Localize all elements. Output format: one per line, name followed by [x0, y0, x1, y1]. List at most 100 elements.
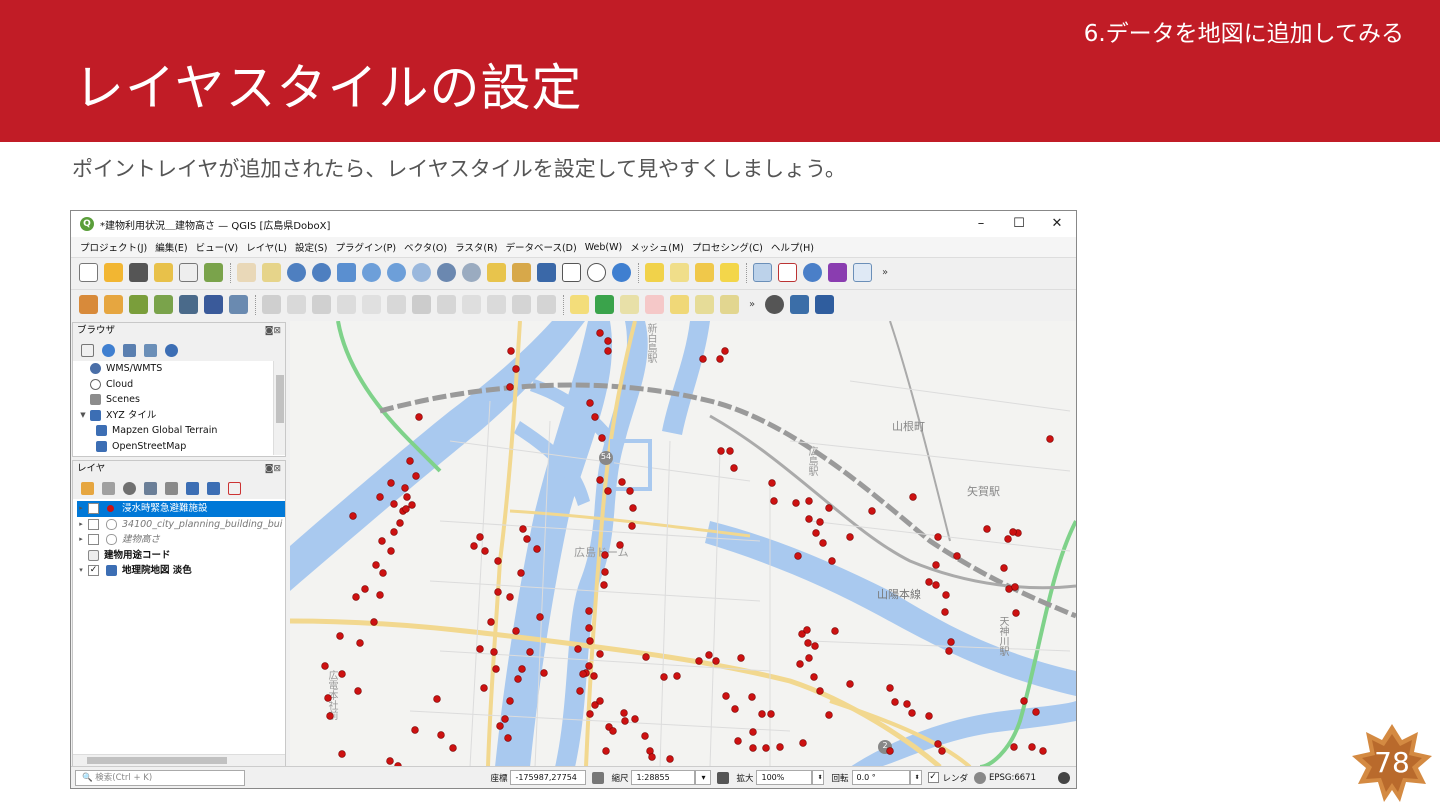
evacuation-point[interactable] — [390, 528, 398, 536]
evacuation-point[interactable] — [514, 675, 522, 683]
evacuation-point[interactable] — [810, 673, 818, 681]
evacuation-point[interactable] — [449, 744, 457, 752]
evacuation-point[interactable] — [726, 447, 734, 455]
layer-item-gsi-pale[interactable]: ▾ ✓ 地理院地図 淡色 — [77, 563, 285, 579]
evacuation-point[interactable] — [408, 501, 416, 509]
change-label-icon[interactable] — [720, 295, 739, 314]
evacuation-point[interactable] — [433, 695, 441, 703]
evacuation-point[interactable] — [721, 347, 729, 355]
evacuation-point[interactable] — [406, 457, 414, 465]
evacuation-point[interactable] — [748, 693, 756, 701]
help-icon[interactable] — [815, 295, 835, 314]
evacuation-point[interactable] — [604, 337, 612, 345]
add-raster-icon[interactable] — [154, 295, 173, 314]
evacuation-point[interactable] — [540, 669, 548, 677]
evacuation-point[interactable] — [730, 464, 738, 472]
evacuation-point[interactable] — [803, 626, 811, 634]
evacuation-point[interactable] — [629, 504, 637, 512]
evacuation-point[interactable] — [812, 529, 820, 537]
zoom-full-icon[interactable] — [337, 263, 356, 282]
locator-search-input[interactable]: 🔍 検索(Ctrl + K) — [75, 769, 245, 786]
new-layer-icon[interactable] — [104, 295, 123, 314]
evacuation-point[interactable] — [476, 533, 484, 541]
menu-raster[interactable]: ラスタ(R) — [455, 240, 497, 254]
evacuation-point[interactable] — [947, 638, 955, 646]
menu-project[interactable]: プロジェクト(J) — [80, 240, 147, 254]
evacuation-point[interactable] — [470, 542, 478, 550]
layer-item-city-planning[interactable]: ▸ 34100_city_planning_building_bui — [77, 517, 285, 533]
messages-bubble-icon[interactable] — [1058, 771, 1070, 784]
style-panel-icon[interactable] — [81, 481, 94, 495]
evacuation-point[interactable] — [731, 705, 739, 713]
rotation-spin-icon[interactable]: ⬍ — [909, 770, 922, 785]
evacuation-point[interactable] — [609, 727, 617, 735]
show-hide-labels-icon[interactable] — [645, 295, 664, 314]
zoom-last-icon[interactable] — [437, 263, 456, 282]
evacuation-point[interactable] — [699, 355, 707, 363]
evacuation-point[interactable] — [648, 753, 656, 761]
browser-item-cloud[interactable]: Cloud — [79, 377, 285, 393]
crs-globe-icon[interactable] — [974, 771, 987, 784]
evacuation-point[interactable] — [804, 639, 812, 647]
browser-item-scenes[interactable]: Scenes — [79, 392, 285, 408]
evacuation-point[interactable] — [1012, 609, 1020, 617]
evacuation-point[interactable] — [642, 653, 650, 661]
add-mesh-icon[interactable] — [179, 295, 198, 314]
lock-icon[interactable] — [717, 771, 730, 784]
evacuation-point[interactable] — [846, 680, 854, 688]
evacuation-point[interactable] — [586, 637, 594, 645]
paste-icon[interactable] — [487, 295, 506, 314]
evacuation-point[interactable] — [932, 581, 940, 589]
rotate-label-icon[interactable] — [695, 295, 714, 314]
evacuation-point[interactable] — [770, 497, 778, 505]
evacuation-point[interactable] — [352, 593, 360, 601]
zoom-in-icon[interactable] — [287, 263, 306, 282]
digitize-icon[interactable] — [287, 295, 306, 314]
undo-icon[interactable] — [512, 295, 531, 314]
layer-item-building-height[interactable]: ▸ 建物高さ — [77, 532, 285, 548]
evacuation-point[interactable] — [415, 413, 423, 421]
evacuation-point[interactable] — [600, 581, 608, 589]
collapse-all-icon[interactable] — [144, 343, 157, 357]
visibility-eye-icon[interactable] — [123, 481, 136, 495]
evacuation-point[interactable] — [805, 515, 813, 523]
menu-settings[interactable]: 設定(S) — [295, 240, 327, 254]
evacuation-point[interactable] — [1010, 743, 1018, 751]
evacuation-point[interactable] — [476, 645, 484, 653]
plugin-globe-icon[interactable] — [765, 295, 785, 314]
evacuation-point[interactable] — [660, 673, 668, 681]
select-features-icon[interactable] — [645, 263, 664, 282]
evacuation-point[interactable] — [507, 347, 515, 355]
evacuation-point[interactable] — [526, 648, 534, 656]
evacuation-point[interactable] — [506, 383, 514, 391]
browser-item-mapzen[interactable]: Mapzen Global Terrain — [79, 423, 285, 439]
evacuation-point[interactable] — [349, 512, 357, 520]
redo-icon[interactable] — [537, 295, 556, 314]
evacuation-point[interactable] — [805, 654, 813, 662]
evacuation-point[interactable] — [402, 505, 410, 513]
menu-processing[interactable]: プロセシング(C) — [692, 240, 763, 254]
filter-expression-icon[interactable] — [165, 481, 178, 495]
evacuation-point[interactable] — [934, 533, 942, 541]
scale-field[interactable]: 1:28855 — [631, 770, 696, 785]
evacuation-point[interactable] — [891, 698, 899, 706]
evacuation-point[interactable] — [494, 557, 502, 565]
evacuation-point[interactable] — [846, 533, 854, 541]
evacuation-point[interactable] — [767, 710, 775, 718]
maximize-button[interactable]: ☐ — [1000, 211, 1038, 237]
evacuation-point[interactable] — [376, 591, 384, 599]
modify-attributes-icon[interactable] — [387, 295, 406, 314]
evacuation-point[interactable] — [641, 732, 649, 740]
evacuation-point[interactable] — [673, 672, 681, 680]
evacuation-point[interactable] — [762, 744, 770, 752]
show-bookmarks-icon[interactable] — [512, 263, 531, 282]
evacuation-point[interactable] — [504, 734, 512, 742]
evacuation-point[interactable] — [616, 541, 624, 549]
evacuation-point[interactable] — [387, 479, 395, 487]
evacuation-point[interactable] — [512, 627, 520, 635]
rotation-field[interactable]: 0.0 ° — [851, 770, 910, 785]
evacuation-point[interactable] — [868, 507, 876, 515]
evacuation-point[interactable] — [749, 728, 757, 736]
layer-item-usage-code[interactable]: 建物用途コード — [77, 548, 285, 564]
layer-checkbox[interactable]: ✓ — [88, 503, 99, 515]
